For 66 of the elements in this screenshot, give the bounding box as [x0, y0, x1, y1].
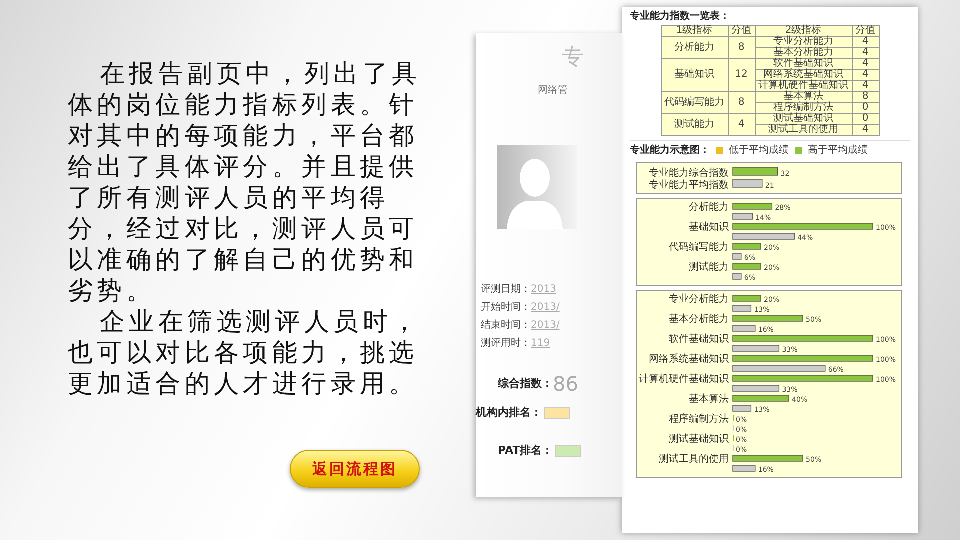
- table-cell: 12: [728, 58, 755, 92]
- table-cell: 0: [852, 114, 879, 124]
- index-value: 86: [553, 371, 578, 398]
- table-cell: 0: [852, 102, 879, 114]
- index-label: 综合指数：: [498, 376, 553, 392]
- category-label: 专业能力综合指数: [649, 168, 729, 179]
- table-cell: 软件基础知识: [755, 58, 852, 70]
- description-paragraph: 企业在筛选测评人员时，也可以对比各项能力，挑选更加适合的人才进行录用。: [68, 306, 422, 399]
- table-cell: 程序编制方法: [755, 102, 852, 114]
- category-label: 专业能力平均指数: [649, 180, 729, 191]
- table-cell: 4: [852, 36, 879, 48]
- table-cell: 测试工具的使用: [755, 124, 852, 136]
- table-cell: 基本分析能力: [755, 48, 852, 58]
- report-subtitle: 网络管: [538, 84, 568, 98]
- category-label: 基本算法: [689, 394, 729, 405]
- field-value: 2013/: [531, 320, 560, 331]
- category-label: 分析能力: [689, 202, 729, 213]
- table-title: 专业能力指数一览表：: [630, 11, 731, 23]
- back-to-flowchart-button[interactable]: 返回流程图: [290, 450, 420, 488]
- header-cell: 分值: [852, 26, 879, 36]
- category-label: 代码编写能力: [669, 242, 729, 253]
- table-cell: 测试基础知识: [755, 114, 852, 124]
- table-cell: 4: [852, 124, 879, 136]
- field-label: 开始时间：: [481, 302, 531, 313]
- field-label: 结束时间：: [481, 320, 531, 331]
- header-cell: 分值: [728, 26, 755, 36]
- category-label: 网络系统基础知识: [649, 354, 729, 365]
- table-cell: 4: [852, 58, 879, 70]
- ranking-label: 机构内排名：: [476, 405, 542, 421]
- table-cell: 计算机硬件基础知识: [755, 80, 852, 92]
- table-cell: 测试能力: [661, 114, 728, 136]
- field-value: 119: [531, 338, 550, 349]
- ranking-label: PAT排名：: [498, 443, 554, 459]
- category-label: 测试基础知识: [669, 434, 729, 445]
- table-cell: 基本算法: [755, 92, 852, 102]
- category-label: 测试工具的使用: [659, 454, 729, 465]
- table-cell: 8: [852, 92, 879, 102]
- category-label: 程序编制方法: [669, 414, 729, 425]
- field-value: 2013/: [531, 302, 560, 313]
- field-label: 评测日期：: [481, 284, 531, 295]
- table-cell: 分析能力: [661, 36, 728, 58]
- table-cell: 基础知识: [661, 58, 728, 92]
- category-label: 专业分析能力: [669, 294, 729, 305]
- table-cell: 4: [728, 114, 755, 136]
- header-cell: 2级指标: [755, 26, 852, 36]
- table-cell: 4: [852, 80, 879, 92]
- description-paragraph: 在报告副页中，列出了具体的岗位能力指标列表。针对其中的每项能力，平台都给出了具体评分。并且提供了所有测评人员的平均得分，经过对比，测评人员可以准确的了解自己的优势和劣势。: [68, 58, 422, 306]
- category-label: 基础知识: [689, 222, 729, 233]
- chart-title: 专业能力示意图：: [630, 144, 710, 156]
- table-cell: 4: [852, 70, 879, 80]
- table-cell: 专业分析能力: [755, 36, 852, 48]
- field-value: 2013: [531, 284, 556, 295]
- table-cell: 网络系统基础知识: [755, 70, 852, 80]
- category-label: 计算机硬件基础知识: [639, 374, 729, 385]
- category-label: 测试能力: [689, 262, 729, 273]
- report-title: 专: [562, 44, 584, 72]
- legend-label: 低于平均成绩: [729, 144, 789, 158]
- table-cell: 8: [728, 92, 755, 114]
- header-cell: 1级指标: [661, 26, 728, 36]
- legend-label: 高于平均成绩: [808, 144, 868, 158]
- category-label: 软件基础知识: [669, 334, 729, 345]
- category-label: 基本分析能力: [669, 314, 729, 325]
- table-cell: 4: [852, 48, 879, 58]
- field-label: 测评用时：: [481, 338, 531, 349]
- table-cell: 8: [728, 36, 755, 58]
- table-cell: 代码编写能力: [661, 92, 728, 114]
